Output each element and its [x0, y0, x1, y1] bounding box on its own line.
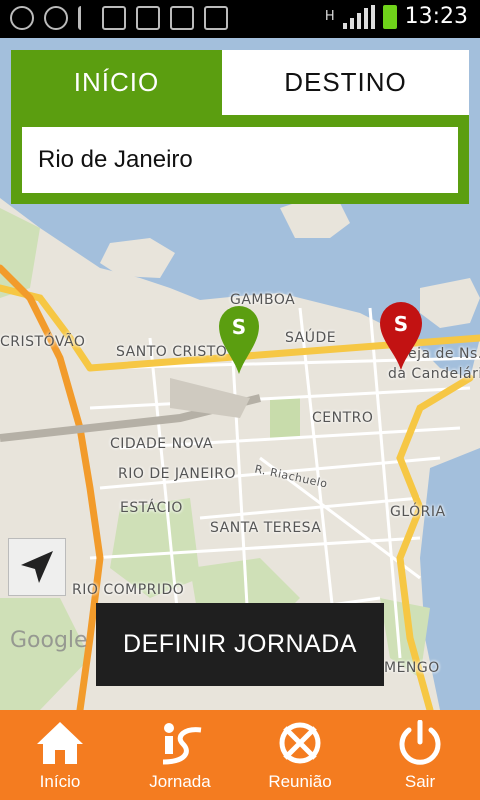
meeting-icon [279, 722, 321, 764]
nav-label-journey: Jornada [149, 772, 211, 791]
clock: 13:23 [404, 4, 468, 29]
update-icon [204, 6, 228, 30]
email-icon [170, 6, 194, 30]
location-input[interactable] [22, 127, 458, 193]
add-icon [10, 6, 34, 30]
destination-pin-icon: S [380, 302, 422, 370]
my-location-button[interactable] [8, 538, 66, 596]
gps-icon [44, 6, 68, 30]
tab-start[interactable]: INÍCIO [11, 50, 222, 115]
map-label-centro: CENTRO [312, 410, 374, 426]
usb-icon [78, 6, 92, 30]
map-label-rio-comprido: RIO COMPRIDO [72, 582, 185, 598]
map-label-cidade-nova: CIDADE NOVA [110, 436, 214, 452]
nav-label-exit: Sair [404, 772, 436, 791]
start-pin-icon: S [219, 306, 259, 374]
nav-item-exit[interactable]: Sair [360, 710, 480, 800]
nav-label-meeting: Reunião [268, 772, 332, 791]
image-icon [102, 6, 126, 30]
map-label-rio-de-janeiro: RIO DE JANEIRO [118, 466, 237, 482]
google-logo: Google [10, 628, 88, 653]
notification-icons [10, 6, 228, 30]
navigation-arrow-icon [21, 551, 53, 583]
bottom-nav: Início Jornada Reunião Sair [0, 710, 480, 800]
svg-text:S: S [232, 315, 246, 339]
map-label-estacio: ESTÁCIO [120, 500, 183, 516]
tab-destination[interactable]: DESTINO [222, 50, 469, 115]
home-icon [37, 722, 83, 764]
nav-label-home: Início [39, 772, 81, 791]
map-label-gloria: GLÓRIA [390, 504, 446, 520]
signal-icon [342, 4, 375, 29]
journey-icon [162, 723, 202, 765]
route-card: INÍCIO DESTINO [11, 50, 469, 204]
map-label-santo-cristo: SANTO CRISTO [116, 344, 228, 360]
battery-icon [382, 4, 397, 29]
power-icon [399, 720, 441, 765]
status-bar: H 13:23 [0, 0, 480, 38]
start-pin[interactable]: S [217, 304, 261, 381]
define-journey-button[interactable]: DEFINIR JORNADA [96, 603, 384, 686]
map-label-santa-teresa: SANTA TERESA [210, 520, 322, 536]
svg-text:S: S [394, 312, 408, 336]
network-type: H [324, 8, 335, 24]
gmail-icon [136, 6, 160, 30]
map-label-saude: SAÚDE [285, 330, 337, 346]
nav-item-home[interactable]: Início [0, 710, 120, 800]
map-label-cristovao: CRISTÓVÃO [0, 334, 86, 350]
nav-item-meeting[interactable]: Reunião [240, 710, 360, 800]
map-label-flamengo: MENGO [384, 660, 440, 676]
destination-pin[interactable]: S [378, 300, 424, 377]
nav-item-journey[interactable]: Jornada [120, 710, 240, 800]
